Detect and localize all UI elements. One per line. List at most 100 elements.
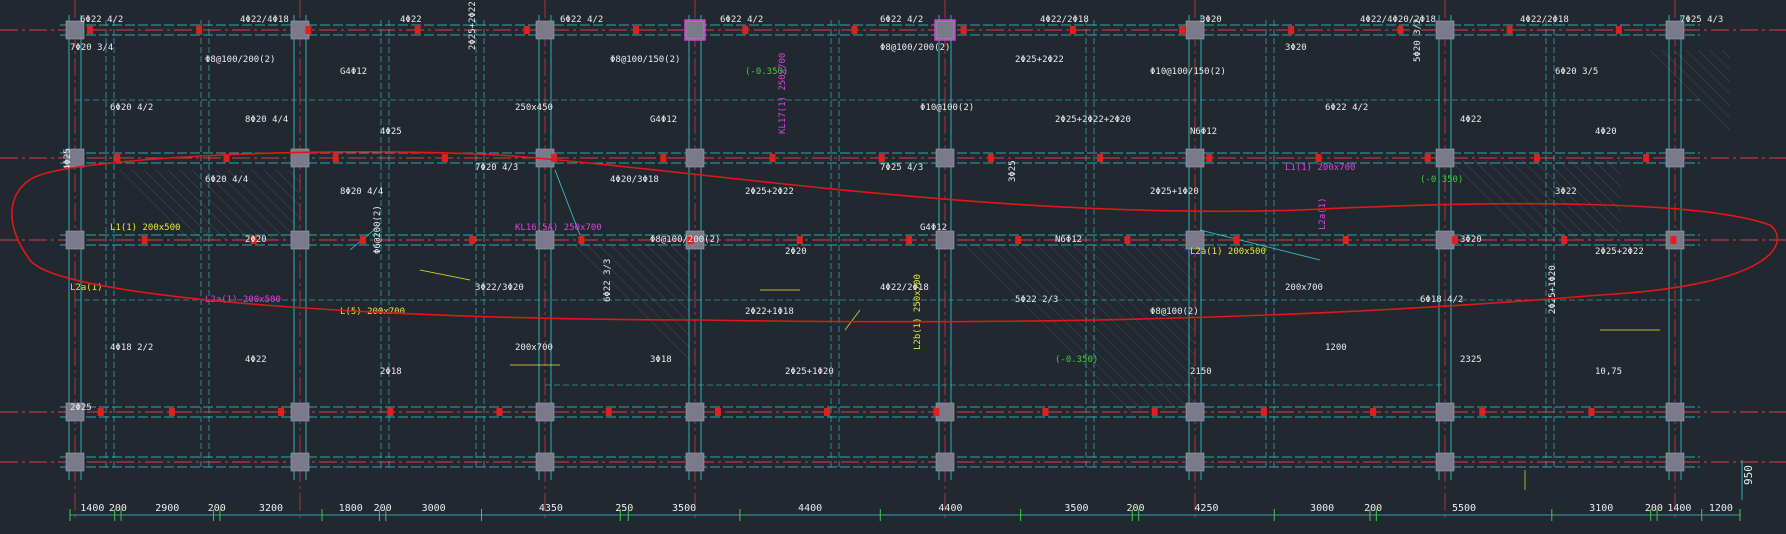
rebar-marker	[168, 408, 175, 416]
column	[535, 20, 555, 40]
beam-annotation: 2Φ25	[70, 403, 92, 413]
beam-annotation: 4Φ25	[380, 127, 402, 137]
dimension-value: 200	[208, 503, 226, 514]
rebar-marker	[141, 236, 148, 244]
rebar-marker	[278, 408, 285, 416]
beam-annotation: 2Φ20	[785, 247, 807, 257]
beam-annotation: 2Φ25+1Φ20	[785, 367, 834, 377]
column	[685, 148, 705, 168]
column	[685, 452, 705, 472]
rebar-marker	[1069, 26, 1076, 34]
beam-annotation: 6Φ20 4/4	[205, 175, 248, 185]
rebar-marker	[414, 26, 421, 34]
beam-annotation: 3Φ18	[650, 355, 672, 365]
column	[1435, 230, 1455, 250]
beam-annotation: L1(1) 200x500	[110, 223, 180, 233]
top-row-rebar-label: 6Φ22 4/2	[560, 15, 603, 25]
column	[935, 452, 955, 472]
beam-annotation: G4Φ12	[340, 67, 367, 77]
beam-annotation: 8Φ20 4/4	[245, 115, 288, 125]
beam-annotation: Φ8@100/150(2)	[610, 55, 680, 65]
rebar-marker	[1561, 236, 1568, 244]
rebar-marker	[332, 154, 339, 162]
rebar-marker	[1042, 408, 1049, 416]
rebar-marker	[360, 236, 366, 244]
column	[935, 230, 955, 250]
dimension-value: 4350	[539, 503, 563, 514]
beam-annotation: 2Φ25+2Φ22	[1015, 55, 1064, 65]
column	[1435, 148, 1455, 168]
beam-annotation: 4Φ22	[245, 355, 267, 365]
rebar-marker	[796, 236, 803, 244]
beam-annotation: N6Φ12	[1055, 235, 1082, 245]
beam-annotation: Φ8@100/200(2)	[880, 43, 950, 53]
rebar-marker	[1015, 236, 1022, 244]
beam-annotation: 6Φ18 4/2	[1420, 295, 1463, 305]
top-row-rebar-label: 3Φ20	[1200, 15, 1222, 25]
dimension-value: 3100	[1589, 503, 1613, 514]
dimension-value: 200	[374, 503, 392, 514]
rebar-marker	[441, 154, 448, 162]
top-row-rebar-label: 4Φ22/2Φ18	[1040, 15, 1089, 25]
dimension-value: 2900	[155, 503, 179, 514]
rebar-marker	[1643, 154, 1650, 162]
rebar-marker	[114, 154, 121, 162]
beam-annotation: L2a(1)	[1318, 197, 1328, 230]
rebar-marker	[878, 154, 885, 162]
beam-annotation: 6Φ20 3/5	[1555, 67, 1598, 77]
beam-annotation: Φ8@100(2)	[1150, 307, 1199, 317]
beam-annotation: 6Φ20 4/2	[110, 103, 153, 113]
rebar-marker	[97, 408, 104, 416]
beam-annotation: Φ8@100/200(2)	[650, 235, 720, 245]
beam-annotation: 200x700	[1285, 283, 1323, 293]
dimension-value: 3500	[1064, 503, 1088, 514]
rebar-marker	[1179, 26, 1185, 34]
beam-annotation: 3Φ25	[1008, 160, 1018, 182]
beam-annotation: KL16(5A) 250x700	[515, 223, 602, 233]
rebar-marker	[605, 408, 612, 416]
rebar-marker	[1588, 408, 1595, 416]
beam-annotation: 7Φ20 4/3	[475, 163, 518, 173]
beam-annotation: 4Φ22	[1460, 115, 1482, 125]
rebar-marker	[1533, 154, 1540, 162]
beam-annotation: 4Φ18 2/2	[110, 343, 153, 353]
dimension-value: 3500	[672, 503, 696, 514]
dimension-value: 4400	[798, 503, 822, 514]
column	[290, 230, 310, 250]
dimension-value: 200	[1126, 503, 1144, 514]
beam-annotation: 2Φ20	[245, 235, 267, 245]
side-dimension-value: 950	[1742, 465, 1755, 485]
dimension-value: 1200	[1709, 503, 1733, 514]
beam-annotation: 5Φ20 3/2	[1413, 19, 1423, 62]
beam-annotation: 3Φ22	[1555, 187, 1577, 197]
rebar-marker	[1288, 26, 1295, 34]
beam-annotation: L1(1) 200x700	[1285, 163, 1355, 173]
rebar-marker	[387, 408, 394, 416]
column	[685, 20, 705, 40]
column	[290, 402, 310, 422]
rebar-marker	[1452, 236, 1458, 244]
rebar-marker	[933, 408, 940, 416]
column	[1435, 20, 1455, 40]
beam-annotation: 2Φ25+2Φ22	[468, 1, 478, 50]
rebar-marker	[1233, 236, 1240, 244]
structural-drawing: 6Φ22 4/2 4Φ22/4Φ18 4Φ22 6Φ22 4/2 6Φ22 4/2 6Φ2…	[0, 0, 1786, 534]
rebar-marker	[1397, 26, 1404, 34]
column	[1665, 452, 1685, 472]
beam-annotation: 200x700	[515, 343, 553, 353]
rebar-marker	[1315, 154, 1322, 162]
beam-annotation: Φ10@100/150(2)	[1150, 67, 1226, 77]
beam-annotation: Φ8@100/200(2)	[205, 55, 275, 65]
rebar-marker	[714, 408, 721, 416]
dimension-value: 1800	[339, 503, 363, 514]
beam-annotation: 3Φ20	[1285, 43, 1307, 53]
beam-annotation: 250x450	[515, 103, 553, 113]
top-row-rebar-label: 6Φ22 4/2	[720, 15, 763, 25]
top-row-rebar-label: 6Φ22 4/2	[80, 15, 123, 25]
top-row-rebar-label: 7Φ25 4/3	[1680, 15, 1723, 25]
top-row-rebar-label: 4Φ22	[400, 15, 422, 25]
rebar-marker	[1260, 408, 1267, 416]
beam-annotation: 7Φ25 4/3	[880, 163, 923, 173]
beam-annotation: 2325	[1460, 355, 1482, 365]
rebar-marker	[633, 26, 639, 34]
